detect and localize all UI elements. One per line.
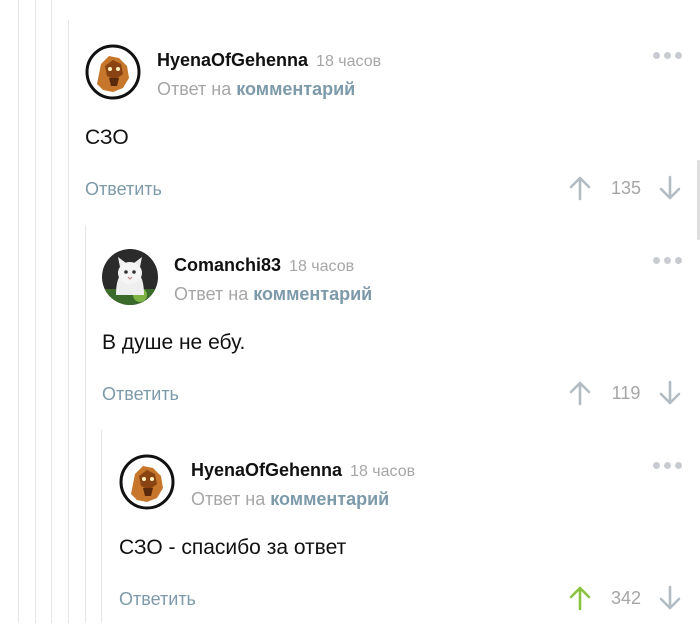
timestamp: 18 часов: [350, 463, 416, 480]
reply-to: Ответ на комментарий: [174, 284, 372, 305]
more-dots-icon[interactable]: [653, 52, 682, 59]
comment-text: СЗО - спасибо за ответ: [119, 536, 347, 559]
reply-to: Ответ на комментарий: [157, 79, 355, 100]
timestamp: 18 часов: [289, 258, 355, 275]
arrow-down-icon[interactable]: [658, 584, 682, 612]
score: 119: [611, 382, 641, 403]
avatar[interactable]: [119, 454, 175, 510]
more-dots-icon[interactable]: [653, 257, 682, 264]
comment: HyenaOfGehenna 18 часов Ответ на коммента…: [119, 454, 682, 624]
vote-controls: 119: [568, 379, 682, 407]
comment: HyenaOfGehenna 18 часов Ответ на коммента…: [85, 44, 682, 214]
thread-line: [85, 225, 86, 623]
comment-text: СЗО: [85, 126, 129, 149]
avatar[interactable]: [102, 249, 158, 305]
reply-to-link[interactable]: комментарий: [236, 79, 355, 99]
arrow-up-icon[interactable]: [568, 584, 592, 612]
reply-to: Ответ на комментарий: [191, 489, 389, 510]
author-name[interactable]: HyenaOfGehenna 18 часов: [157, 50, 381, 71]
score: 135: [610, 177, 642, 198]
comment: Comanchi83 18 часов Ответ на комментарий …: [102, 249, 682, 419]
reply-prefix: Ответ на: [191, 489, 266, 509]
reply-button[interactable]: Ответить: [85, 179, 162, 200]
reply-to-link[interactable]: комментарий: [270, 489, 389, 509]
reply-button[interactable]: Ответить: [119, 589, 196, 610]
avatar-hyena-icon: [119, 454, 175, 510]
thread-line: [101, 430, 102, 623]
avatar[interactable]: [85, 44, 141, 100]
thread-line: [35, 0, 36, 623]
arrow-down-icon[interactable]: [658, 379, 682, 407]
arrow-up-icon[interactable]: [568, 174, 592, 202]
author-name[interactable]: Comanchi83 18 часов: [174, 255, 354, 276]
vote-controls: 342: [568, 584, 682, 612]
thread-line: [51, 0, 52, 623]
avatar-cat-icon: [102, 249, 158, 305]
thread-line: [18, 0, 19, 623]
vote-controls: 135: [568, 174, 682, 202]
more-dots-icon[interactable]: [653, 462, 682, 469]
avatar-hyena-icon: [85, 44, 141, 100]
reply-button[interactable]: Ответить: [102, 384, 179, 405]
reply-to-link[interactable]: комментарий: [253, 284, 372, 304]
arrow-down-icon[interactable]: [658, 174, 682, 202]
thread-line: [68, 20, 69, 623]
score: 342: [610, 587, 642, 608]
author-name[interactable]: HyenaOfGehenna 18 часов: [191, 460, 415, 481]
arrow-up-icon[interactable]: [568, 379, 592, 407]
reply-prefix: Ответ на: [174, 284, 249, 304]
timestamp: 18 часов: [316, 53, 382, 70]
reply-prefix: Ответ на: [157, 79, 232, 99]
comment-text: В душе не ебу.: [102, 331, 246, 354]
